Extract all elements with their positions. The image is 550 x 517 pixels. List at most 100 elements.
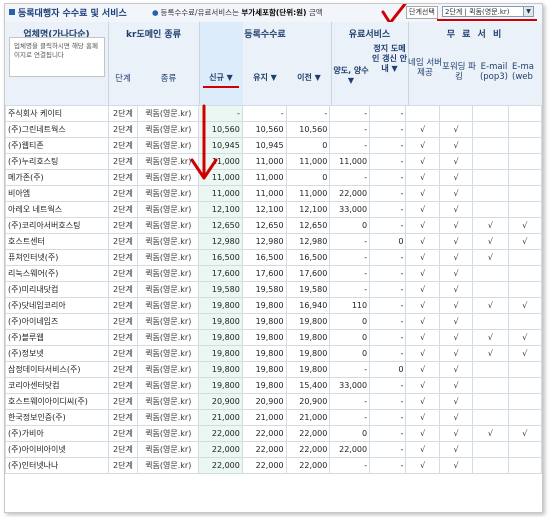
- step-cell: 2단계: [107, 201, 139, 218]
- free-email-pop3-cell: [472, 393, 509, 410]
- ownership-transfer-cell: -: [329, 137, 371, 154]
- company-name-link[interactable]: 호스트웨이아이디씨(주): [5, 393, 109, 410]
- company-name-link[interactable]: (주)인터넷나나: [5, 457, 109, 474]
- company-name-link[interactable]: (주)미리내닷컴: [5, 281, 109, 298]
- company-name-link[interactable]: (주)가비아: [5, 425, 109, 442]
- new-fee-cell: 12,100: [198, 201, 243, 218]
- free-email-web-cell: [507, 249, 542, 266]
- company-name-link[interactable]: 한국정보인증(주): [5, 409, 109, 426]
- sort-transfer-button[interactable]: 이전 ▼: [287, 72, 331, 83]
- free-forwarding-cell: √: [438, 201, 474, 218]
- company-name-link[interactable]: (주)누리호스팅: [5, 153, 109, 170]
- free-email-web-cell: [507, 409, 542, 426]
- header-free-email-pop3: E-mail (pop3): [479, 62, 509, 82]
- table-row: 메가존(주) 2단계 퀵돔(영문.kr) 11,000 11,000 0- - √ √: [5, 169, 542, 186]
- company-name-link[interactable]: (주)정보넷: [5, 345, 109, 362]
- sort-ownership-transfer-button[interactable]: 양도, 양수 ▼: [331, 66, 371, 86]
- ownership-transfer-cell: -: [329, 105, 371, 122]
- company-hint-box: 업체명을 클릭하시면 해당 홈페이지로 연결됩니다: [9, 37, 105, 77]
- step-cell: 2단계: [107, 121, 139, 138]
- step-cell: 2단계: [107, 169, 139, 186]
- company-name-link[interactable]: 아레오 네트웍스: [5, 201, 109, 218]
- free-email-web-cell: [507, 313, 542, 330]
- notice-text: 등록수수료/유료서비스는: [160, 8, 239, 17]
- free-email-web-cell: √: [507, 297, 542, 314]
- maintain-fee-cell: 22,000: [241, 457, 287, 474]
- registrar-table-body: 주식회사 케이티 2단계 퀵돔(영문.kr) - - - - - (주)그린네트웍스 2단계 퀵돔(…: [5, 105, 542, 474]
- step-select[interactable]: 2단계 | 퀵돔(영문.kr) ▼: [442, 6, 534, 17]
- free-email-web-cell: [507, 137, 542, 154]
- ownership-transfer-cell: -: [329, 249, 371, 266]
- free-email-web-cell: [507, 105, 542, 122]
- page-title-text: 등록대행자 수수료 및 서비스: [18, 9, 127, 19]
- new-fee-cell: 11,000: [198, 185, 243, 202]
- company-name-link[interactable]: 호스트센터: [5, 233, 109, 250]
- table-row: (주)그린네트웍스 2단계 퀵돔(영문.kr) 10,560 10,560 10,560-…: [5, 121, 542, 138]
- table-row: (주)아이네임즈 2단계 퀵돔(영문.kr) 19,800 19,800 19,800 0-…: [5, 313, 542, 330]
- sort-maintain-button[interactable]: 유지 ▼: [243, 72, 287, 83]
- expired-renew-cell: -: [369, 329, 407, 346]
- ownership-transfer-cell: 0: [329, 313, 371, 330]
- header-free-email-web: E-ma (web: [512, 62, 534, 82]
- company-name-link[interactable]: 메가존(주): [5, 169, 109, 186]
- table-row: 아레오 네트웍스 2단계 퀵돔(영문.kr) 12,100 12,100 12,100 33…: [5, 201, 542, 218]
- company-name-link[interactable]: (주)블루웹: [5, 329, 109, 346]
- type-cell: 퀵돔(영문.kr): [137, 441, 200, 458]
- company-name-link[interactable]: 리눅스웨어(주): [5, 265, 109, 282]
- expired-renew-cell: -: [369, 425, 407, 442]
- free-nameserver-cell: [405, 105, 440, 122]
- company-name-link[interactable]: (주)웹티존: [5, 137, 109, 154]
- type-cell: 퀵돔(영문.kr): [137, 313, 200, 330]
- company-name-link[interactable]: 비아엠: [5, 185, 109, 202]
- company-name-link[interactable]: 퓨쳐인터넷(주): [5, 249, 109, 266]
- expired-renew-cell: -: [369, 297, 407, 314]
- ownership-transfer-cell: 110: [329, 297, 371, 314]
- free-email-pop3-cell: [472, 409, 509, 426]
- company-name-link[interactable]: (주)닷네임코리아: [5, 297, 109, 314]
- free-email-web-cell: [507, 169, 542, 186]
- type-cell: 퀵돔(영문.kr): [137, 457, 200, 474]
- maintain-fee-cell: 10,945: [241, 137, 287, 154]
- company-name-link[interactable]: 코리아센터닷컴: [5, 377, 109, 394]
- free-email-web-cell: [507, 457, 542, 474]
- free-nameserver-cell: √: [405, 153, 440, 170]
- ownership-transfer-cell: -: [329, 169, 371, 186]
- company-name-link[interactable]: 주식회사 케이티: [5, 105, 109, 122]
- free-forwarding-cell: √: [438, 329, 474, 346]
- ownership-transfer-cell: 22,000: [329, 185, 371, 202]
- new-fee-cell: 21,000: [198, 409, 243, 426]
- company-name-link[interactable]: (주)아이비아이넷: [5, 441, 109, 458]
- step-select-value: 2단계 | 퀵돔(영문.kr): [445, 8, 510, 16]
- sort-new-button[interactable]: 신규 ▼: [199, 72, 243, 83]
- free-nameserver-cell: √: [405, 457, 440, 474]
- free-email-pop3-cell: √: [472, 233, 509, 250]
- dropdown-arrow-icon[interactable]: ▼: [523, 7, 533, 16]
- step-cell: 2단계: [107, 393, 139, 410]
- company-name-link[interactable]: (주)아이네임즈: [5, 313, 109, 330]
- company-name-link[interactable]: 삼정데이타서비스(주): [5, 361, 109, 378]
- maintain-fee-cell: 12,100: [241, 201, 287, 218]
- step-cell: 2단계: [107, 105, 139, 122]
- company-name-link[interactable]: (주)그린네트웍스: [5, 121, 109, 138]
- step-cell: 2단계: [107, 153, 139, 170]
- free-forwarding-cell: √: [438, 361, 474, 378]
- free-email-web-cell: [507, 265, 542, 282]
- maintain-fee-cell: 11,000: [241, 169, 287, 186]
- header-registration-fee: 등록수수료: [244, 30, 286, 40]
- expired-renew-cell: -: [369, 249, 407, 266]
- maintain-fee-cell: 12,650: [241, 217, 287, 234]
- free-forwarding-cell: √: [438, 425, 474, 442]
- step-cell: 2단계: [107, 249, 139, 266]
- new-fee-cell: 19,800: [198, 377, 243, 394]
- expired-renew-cell: -: [369, 201, 407, 218]
- free-nameserver-cell: √: [405, 313, 440, 330]
- sort-expired-domain-button[interactable]: 정지 도메인 갱신 안내 ▼: [371, 44, 408, 74]
- free-email-web-cell: √: [507, 425, 542, 442]
- transfer-fee-cell: 12,100: [285, 201, 331, 218]
- free-nameserver-cell: √: [405, 377, 440, 394]
- expired-renew-cell: 0: [369, 233, 407, 250]
- step-cell: 2단계: [107, 281, 139, 298]
- step-cell: 2단계: [107, 233, 139, 250]
- company-name-link[interactable]: (주)코리아서버호스팅: [5, 217, 109, 234]
- free-email-pop3-cell: √: [472, 297, 509, 314]
